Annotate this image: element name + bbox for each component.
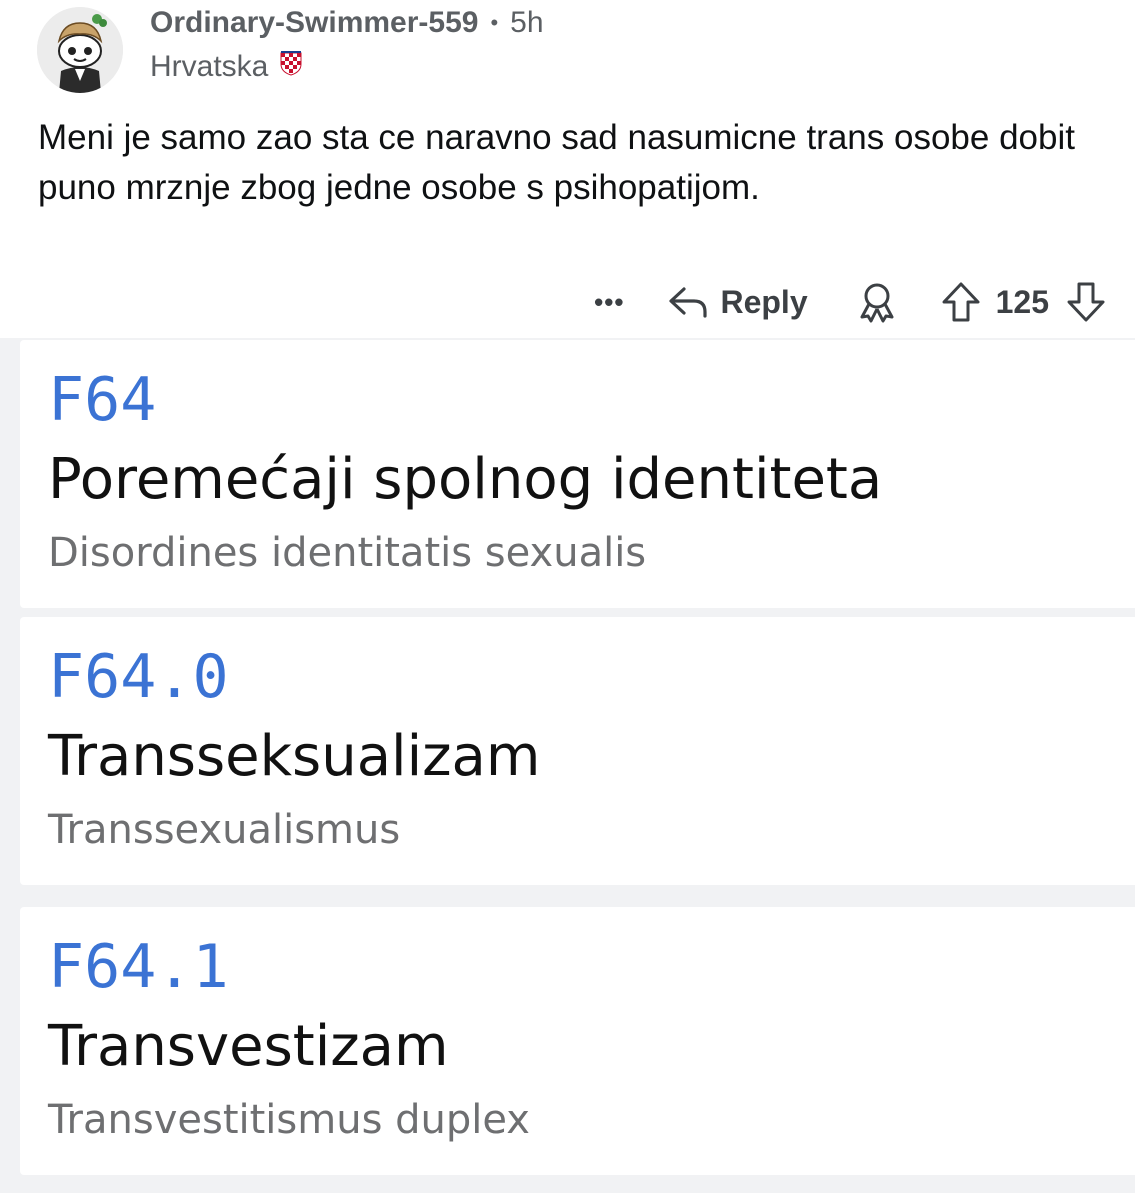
award-button[interactable] — [856, 281, 898, 323]
diagnosis-list: F64 Poremećaji spolnog identiteta Disord… — [0, 338, 1135, 1193]
reddit-comment: Ordinary-Swimmer-559 • 5h Hrvatska Meni … — [0, 0, 1135, 338]
diagnosis-card: F64 Poremećaji spolnog identiteta Disord… — [20, 340, 1135, 608]
diagnosis-title: Transseksualizam — [48, 724, 541, 789]
reddit-snoo-avatar-icon — [37, 7, 123, 93]
avatar[interactable] — [37, 7, 123, 93]
comment-actions: ••• Reply 125 — [594, 272, 1107, 332]
timestamp: 5h — [510, 6, 544, 39]
diagnosis-title: Transvestizam — [48, 1014, 449, 1079]
diagnosis-card: F64.0 Transseksualizam Transsexualismus — [20, 617, 1135, 885]
upvote-button[interactable] — [940, 281, 982, 323]
user-flair: Hrvatska — [150, 50, 302, 84]
diagnosis-code: F64 — [48, 365, 157, 435]
meta-separator: • — [490, 10, 499, 35]
more-options-button[interactable]: ••• — [594, 287, 624, 318]
username[interactable]: Ordinary-Swimmer-559 — [150, 6, 478, 40]
vote-score: 125 — [995, 283, 1049, 320]
diagnosis-card: F64.1 Transvestizam Transvestitismus dup… — [20, 907, 1135, 1175]
diagnosis-latin-name: Transvestitismus duplex — [48, 1097, 530, 1143]
diagnosis-latin-name: Disordines identitatis sexualis — [48, 530, 647, 576]
reply-arrow-icon — [669, 287, 708, 318]
reply-label: Reply — [720, 283, 808, 320]
croatia-coat-of-arms-icon — [280, 50, 302, 84]
upvote-arrow-icon — [942, 282, 980, 322]
reply-button[interactable]: Reply — [668, 283, 808, 321]
comment-meta: Ordinary-Swimmer-559 • 5h — [150, 6, 544, 40]
diagnosis-code: F64.1 — [48, 932, 229, 1002]
diagnosis-code: F64.0 — [48, 642, 229, 712]
comment-body: Meni je samo zao sta ce naravno sad nasu… — [38, 118, 1075, 207]
diagnosis-title: Poremećaji spolnog identiteta — [48, 447, 883, 512]
downvote-arrow-icon — [1067, 282, 1105, 322]
downvote-button[interactable] — [1065, 281, 1107, 323]
flair-label: Hrvatska — [150, 50, 269, 83]
diagnosis-latin-name: Transsexualismus — [48, 807, 401, 853]
award-icon — [860, 283, 894, 323]
